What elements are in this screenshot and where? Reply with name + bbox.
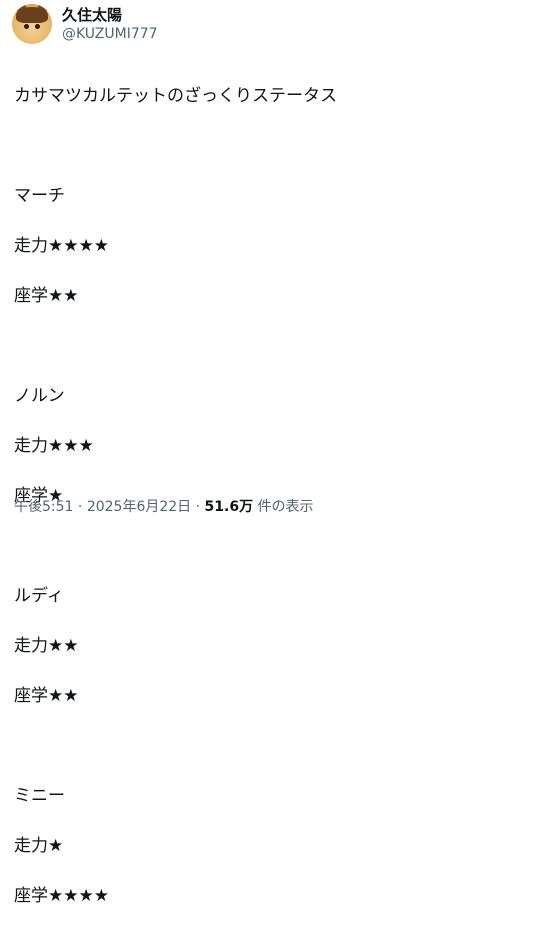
tweet-line: ルディ bbox=[14, 586, 64, 606]
meta-separator: · bbox=[191, 499, 205, 515]
tweet-line: 座学★★★★ bbox=[14, 886, 109, 906]
tweet-line: 走力★★ bbox=[14, 636, 79, 656]
views-count: 51.6万 bbox=[204, 499, 254, 515]
tweet-line: 走力★★★ bbox=[14, 436, 94, 456]
author-handle[interactable]: @KUZUMI777 bbox=[62, 25, 158, 43]
tweet-meta: 午後5:51 · 2025年6月22日 · 51.6万 件の表示 bbox=[14, 497, 314, 517]
post-date[interactable]: 2025年6月22日 bbox=[87, 499, 191, 515]
meta-separator: · bbox=[73, 499, 87, 515]
tweet-line: 走力★ bbox=[14, 836, 64, 856]
tweet-line bbox=[14, 134, 524, 159]
tweet-line: 走力★★★★ bbox=[14, 236, 109, 256]
tweet-line: ノルン bbox=[14, 386, 65, 406]
views-label: 件の表示 bbox=[253, 499, 314, 515]
tweet-line bbox=[14, 334, 524, 359]
tweet-line: ミニー bbox=[14, 786, 65, 806]
tweet-header: 久住太陽 @KUZUMI777 bbox=[12, 2, 158, 46]
post-time[interactable]: 午後5:51 bbox=[14, 499, 73, 515]
tweet-line bbox=[14, 734, 524, 759]
tweet-line: マーチ bbox=[14, 186, 65, 206]
tweet-line: 座学★★ bbox=[14, 286, 79, 306]
avatar-eye-left bbox=[24, 24, 29, 29]
avatar[interactable] bbox=[12, 4, 52, 44]
tweet-line bbox=[14, 534, 524, 559]
avatar-eye-right bbox=[35, 24, 40, 29]
tweet: 久住太陽 @KUZUMI777 カサマツカルテットのざっくりステータス マーチ … bbox=[0, 0, 535, 906]
avatar-hair bbox=[16, 7, 48, 23]
tweet-line: 座学★★ bbox=[14, 686, 79, 706]
author-names: 久住太陽 @KUZUMI777 bbox=[62, 6, 158, 43]
tweet-line: カサマツカルテットのざっくりステータス bbox=[14, 86, 337, 106]
author-display-name[interactable]: 久住太陽 bbox=[62, 6, 158, 25]
